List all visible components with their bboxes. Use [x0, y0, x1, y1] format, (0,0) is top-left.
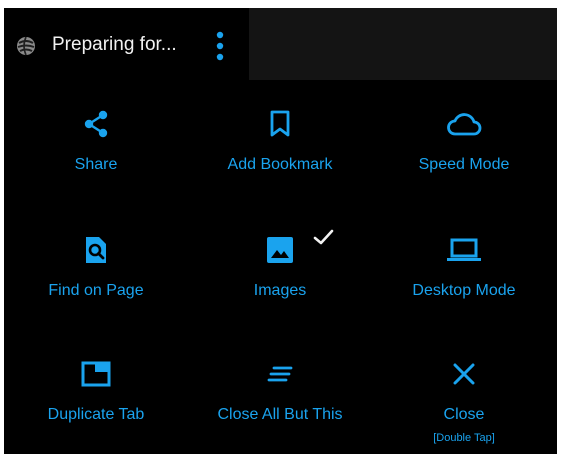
menu-item-close[interactable]: Close [Double Tap] [372, 330, 556, 454]
menu-item-label: Close [443, 406, 485, 423]
menu-item-label: Add Bookmark [227, 156, 333, 173]
menu-item-images[interactable]: Images [188, 206, 372, 330]
menu-item-close-all-but-this[interactable]: Close All But This [188, 330, 372, 454]
cloud-icon [372, 108, 556, 140]
checkmark-icon [312, 226, 334, 248]
close-icon [372, 358, 556, 390]
more-options-button[interactable] [204, 28, 236, 64]
menu-item-duplicate-tab[interactable]: Duplicate Tab [4, 330, 188, 454]
menu-grid: Share Add Bookmark Speed Mode Find on Pa… [4, 80, 557, 454]
browser-menu-screen: Preparing for... Share Add Bookmark Spee… [4, 8, 557, 454]
duplicate-tab-icon [4, 358, 188, 390]
lines-icon [188, 358, 372, 390]
more-vert-icon [216, 31, 224, 61]
laptop-icon [372, 234, 556, 266]
menu-item-label: Duplicate Tab [47, 406, 145, 423]
menu-item-find-on-page[interactable]: Find on Page [4, 206, 188, 330]
menu-item-label: Share [74, 156, 118, 173]
menu-item-sublabel: [Double Tap] [433, 432, 495, 444]
globe-favicon-icon [16, 36, 36, 56]
menu-item-label: Close All But This [217, 406, 343, 423]
menu-item-label: Images [253, 282, 307, 299]
find-in-page-icon [4, 234, 188, 266]
menu-item-desktop-mode[interactable]: Desktop Mode [372, 206, 556, 330]
menu-item-share[interactable]: Share [4, 80, 188, 204]
bookmark-icon [188, 108, 372, 140]
menu-item-label: Desktop Mode [412, 282, 516, 299]
image-icon [188, 234, 372, 266]
menu-item-add-bookmark[interactable]: Add Bookmark [188, 80, 372, 204]
current-tab[interactable]: Preparing for... [4, 8, 249, 80]
menu-item-label: Find on Page [48, 282, 144, 299]
menu-item-label: Speed Mode [418, 156, 510, 173]
tab-title: Preparing for... [52, 34, 177, 55]
tab-bar-empty-area [249, 8, 557, 80]
share-icon [4, 108, 188, 140]
menu-item-speed-mode[interactable]: Speed Mode [372, 80, 556, 204]
tab-bar: Preparing for... [4, 8, 557, 80]
